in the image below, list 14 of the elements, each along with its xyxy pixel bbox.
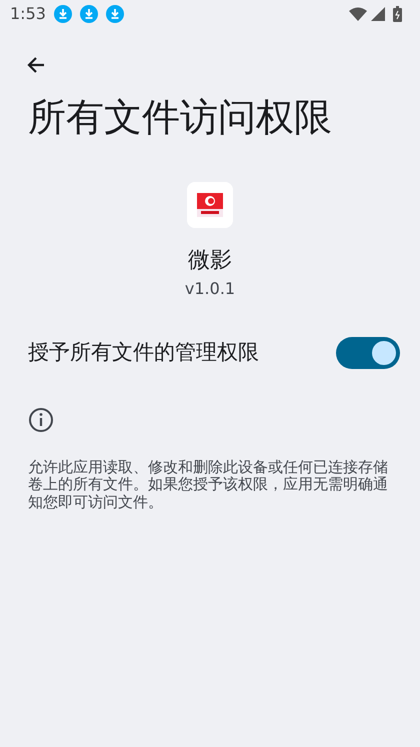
page-title: 所有文件访问权限 [27,94,333,141]
battery-icon [393,6,402,22]
download-icon [54,5,72,23]
status-time: 1:53 [10,3,46,25]
download-icon [80,5,98,23]
info-icon [28,407,54,434]
download-icon [106,5,124,23]
app-version: v1.0.1 [184,278,236,300]
setting-label: 授予所有文件的管理权限 [28,339,260,366]
wifi-icon [349,7,367,21]
signal-icon [371,7,385,21]
app-name: 微影 [188,247,232,276]
description-text: 允许此应用读取、修改和删除此设备或任何已连接存储卷上的所有文件。如果您授予该权限，应用无需明确通知您即可访问文件。 [27,459,389,511]
toggle-switch[interactable] [336,337,400,370]
